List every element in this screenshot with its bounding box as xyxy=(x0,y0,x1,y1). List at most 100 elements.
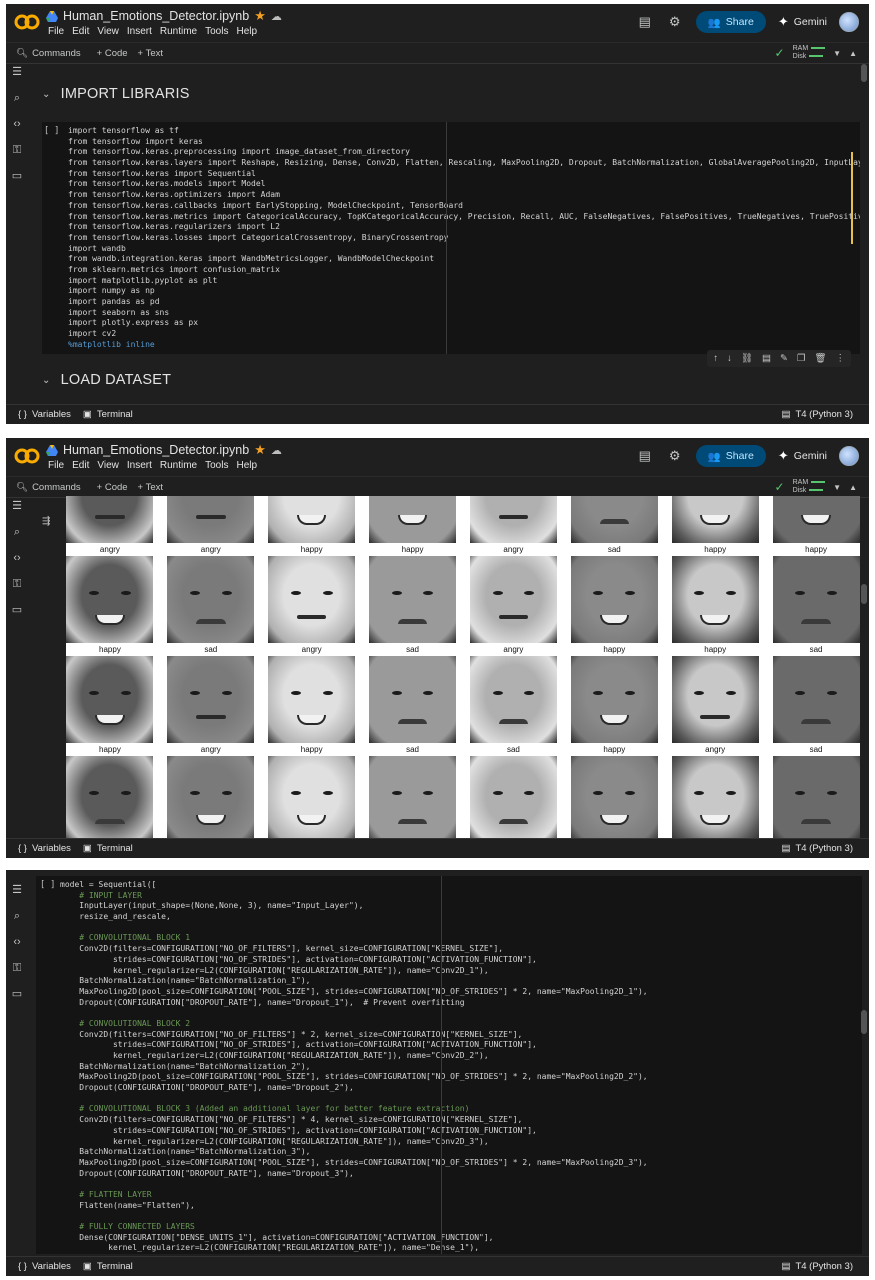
menu-edit[interactable]: Edit xyxy=(72,26,89,37)
menu-tools[interactable]: Tools xyxy=(205,460,228,471)
comment-icon[interactable]: ▤ xyxy=(636,13,654,31)
runtime-status[interactable]: ▤ T4 (Python 3) xyxy=(781,843,853,854)
face-mouth xyxy=(498,515,529,520)
code-line: import tensorflow as tf xyxy=(68,126,179,135)
folder-icon[interactable]: ▭ xyxy=(8,602,26,618)
scrollbar[interactable] xyxy=(861,1010,867,1034)
terminal-button[interactable]: ▣ Terminal xyxy=(83,843,133,854)
face-eye xyxy=(290,590,301,595)
menu-file[interactable]: File xyxy=(48,460,64,471)
variables-button[interactable]: { } Variables xyxy=(18,1261,71,1272)
chevron-up-icon[interactable]: ▲ xyxy=(849,49,857,58)
find-icon[interactable]: ⌕ xyxy=(8,908,26,924)
chevron-down-icon[interactable]: ⌄ xyxy=(42,89,51,100)
avatar[interactable] xyxy=(839,12,859,32)
disk-label: Disk xyxy=(793,53,826,61)
section-import-libraries[interactable]: ⌄ IMPORT LIBRARIS xyxy=(42,86,190,102)
face-eye xyxy=(423,690,434,695)
chevron-down-icon[interactable]: ▼ xyxy=(833,49,841,58)
share-button[interactable]: 👥 Share xyxy=(695,445,766,467)
scrollbar[interactable] xyxy=(861,584,867,604)
menu-tools[interactable]: Tools xyxy=(205,26,228,37)
gear-icon[interactable]: ⚙ xyxy=(666,13,684,31)
menu-edit[interactable]: Edit xyxy=(72,460,89,471)
scrollbar[interactable] xyxy=(861,64,867,82)
find-icon[interactable]: ⌕ xyxy=(8,524,26,540)
cloud-saved-icon[interactable]: ☁ xyxy=(271,10,282,23)
cloud-saved-icon[interactable]: ☁ xyxy=(271,444,282,457)
menu-runtime[interactable]: Runtime xyxy=(160,460,197,471)
output-settings-icon[interactable]: ⇶ xyxy=(42,516,50,527)
menu-runtime[interactable]: Runtime xyxy=(160,26,197,37)
resource-indicator[interactable]: ✓ RAM Disk ▼ ▲ xyxy=(775,45,857,61)
face-image xyxy=(671,756,759,838)
code-snippets-icon[interactable]: ‹› xyxy=(8,550,26,566)
code-cell-imports[interactable]: import tensorflow as tf from tensorflow i… xyxy=(42,122,860,354)
notebook-title[interactable]: Human_Emotions_Detector.ipynb xyxy=(63,9,249,23)
face-mouth xyxy=(498,615,529,620)
commands-button[interactable]: 🔍︎ Commands xyxy=(16,48,81,59)
variables-button[interactable]: { } Variables xyxy=(18,843,71,854)
menu-help[interactable]: Help xyxy=(236,26,257,37)
comment-icon[interactable]: ▤ xyxy=(636,447,654,465)
notebook-title[interactable]: Human_Emotions_Detector.ipynb xyxy=(63,443,249,457)
secrets-key-icon[interactable]: ⚿ xyxy=(8,142,26,158)
run-cell-button[interactable]: [ ] xyxy=(44,126,59,136)
gemini-button[interactable]: ✦ Gemini xyxy=(778,14,827,30)
comment-icon[interactable]: ▤ xyxy=(762,353,771,364)
variables-button[interactable]: { } Variables xyxy=(18,409,71,420)
mirror-icon[interactable]: ❐ xyxy=(797,353,806,364)
gear-icon[interactable]: ⚙ xyxy=(666,447,684,465)
folder-icon[interactable]: ▭ xyxy=(8,168,26,184)
face-eye xyxy=(795,790,806,795)
colab-logo-icon[interactable] xyxy=(14,447,40,465)
toc-icon[interactable]: ☰ xyxy=(8,498,26,514)
secrets-key-icon[interactable]: ⚿ xyxy=(8,576,26,592)
move-up-icon[interactable]: ↑ xyxy=(713,353,718,364)
code-line: MaxPooling2D(pool_size=CONFIGURATION["PO… xyxy=(60,1157,648,1167)
star-icon[interactable]: ★ xyxy=(254,442,266,458)
runtime-status[interactable]: ▤ T4 (Python 3) xyxy=(781,409,853,420)
menu-insert[interactable]: Insert xyxy=(127,460,152,471)
star-icon[interactable]: ★ xyxy=(254,8,266,24)
menu-view[interactable]: View xyxy=(97,26,119,37)
menu-help[interactable]: Help xyxy=(236,460,257,471)
add-text-button[interactable]: + Text xyxy=(138,48,163,59)
gemini-button[interactable]: ✦ Gemini xyxy=(778,448,827,464)
add-code-button[interactable]: + Code xyxy=(97,48,128,59)
move-down-icon[interactable]: ↓ xyxy=(727,353,732,364)
edit-icon[interactable]: ✎ xyxy=(780,353,788,364)
toc-icon[interactable]: ☰ xyxy=(8,64,26,80)
more-icon[interactable]: ⋮ xyxy=(836,353,846,364)
colab-logo-icon[interactable] xyxy=(14,13,40,31)
code-cell-model[interactable]: model = Sequential([ # INPUT LAYER Input… xyxy=(36,876,862,1254)
code-snippets-icon[interactable]: ‹› xyxy=(8,116,26,132)
face-mouth xyxy=(196,715,226,720)
runtime-status[interactable]: ▤ T4 (Python 3) xyxy=(781,1261,853,1272)
menu-file[interactable]: File xyxy=(48,26,64,37)
terminal-button[interactable]: ▣ Terminal xyxy=(83,1261,133,1272)
folder-icon[interactable]: ▭ xyxy=(8,986,26,1002)
image-class-label: angry xyxy=(705,745,726,754)
chevron-down-icon[interactable]: ⌄ xyxy=(42,375,51,386)
code-snippets-icon[interactable]: ‹› xyxy=(8,934,26,950)
terminal-button[interactable]: ▣ Terminal xyxy=(83,409,133,420)
section-load-dataset[interactable]: ⌄ LOAD DATASET xyxy=(42,372,171,388)
chevron-up-icon[interactable]: ▲ xyxy=(849,483,857,492)
resource-indicator[interactable]: ✓ RAM Disk ▼ ▲ xyxy=(775,479,857,495)
chevron-down-icon[interactable]: ▼ xyxy=(833,483,841,492)
run-cell-button[interactable]: [ ] xyxy=(40,880,55,890)
menu-view[interactable]: View xyxy=(97,460,119,471)
add-text-button[interactable]: + Text xyxy=(138,482,163,493)
commands-button[interactable]: 🔍︎ Commands xyxy=(16,482,81,493)
link-icon[interactable]: ⛓ xyxy=(741,353,753,364)
find-icon[interactable]: ⌕ xyxy=(8,90,26,106)
secrets-key-icon[interactable]: ⚿ xyxy=(8,960,26,976)
avatar[interactable] xyxy=(839,446,859,466)
delete-icon[interactable]: 🗑︎ xyxy=(814,353,826,364)
menu-insert[interactable]: Insert xyxy=(127,26,152,37)
code-line: from sklearn.metrics import confusion_ma… xyxy=(68,264,280,274)
share-button[interactable]: 👥 Share xyxy=(695,11,766,33)
toc-icon[interactable]: ☰ xyxy=(8,882,26,898)
add-code-button[interactable]: + Code xyxy=(97,482,128,493)
